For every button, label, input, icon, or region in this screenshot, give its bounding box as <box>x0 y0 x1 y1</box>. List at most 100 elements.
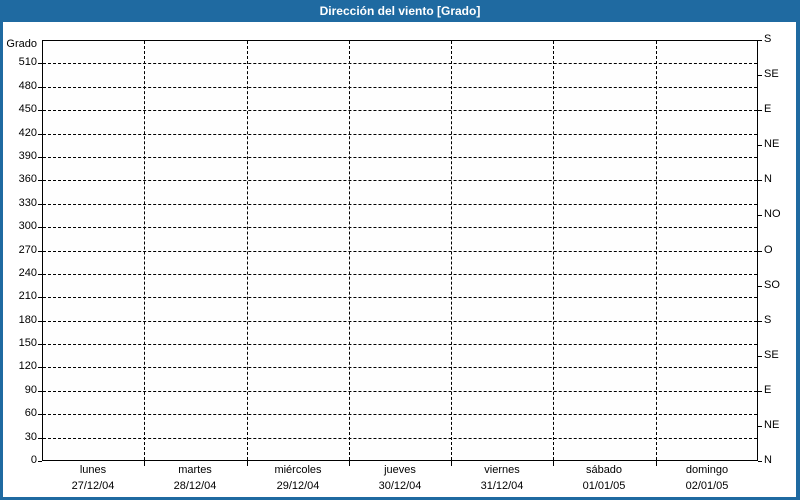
y-tick-label-right: E <box>764 384 772 396</box>
y-right-tick <box>758 40 762 41</box>
h-gridline <box>43 297 757 298</box>
y-left-tick <box>38 63 42 64</box>
x-date-label: 28/12/04 <box>173 480 217 492</box>
y-tick-label-left: 60 <box>24 407 37 419</box>
h-gridline <box>43 391 757 392</box>
y-tick-label-left: 270 <box>18 244 37 256</box>
h-gridline <box>43 367 757 368</box>
h-gridline <box>43 321 757 322</box>
h-gridline <box>43 134 757 135</box>
y-left-tick <box>38 414 42 415</box>
y-left-tick <box>38 110 42 111</box>
h-gridline <box>43 157 757 158</box>
y-tick-label-left: 30 <box>24 431 37 443</box>
h-gridline <box>43 180 757 181</box>
y-right-tick <box>758 110 762 111</box>
y-tick-label-right: SE <box>764 68 779 80</box>
y-tick-label-left: 300 <box>18 220 37 232</box>
y-left-tick <box>38 134 42 135</box>
y-left-tick <box>38 438 42 439</box>
x-day-label: domingo <box>685 464 729 476</box>
y-tick-label-right: N <box>764 454 772 466</box>
y-right-tick <box>758 391 762 392</box>
y-right-tick <box>758 426 762 427</box>
h-gridline <box>43 274 757 275</box>
v-gridline <box>656 41 657 460</box>
y-left-tick <box>38 391 42 392</box>
y-axis-title: Grado <box>6 38 37 50</box>
y-left-tick <box>38 321 42 322</box>
chart-canvas: 0 30 60 90 120 150 180 210 240 270 300 330 360 390 420… <box>0 0 800 500</box>
v-gridline <box>349 41 350 460</box>
y-left-tick <box>38 367 42 368</box>
x-date-label: 30/12/04 <box>378 480 422 492</box>
x-day-label: lunes <box>79 464 107 476</box>
x-date-label: 01/01/05 <box>582 480 626 492</box>
y-left-tick <box>38 180 42 181</box>
x-date-label: 29/12/04 <box>276 480 320 492</box>
h-gridline <box>43 204 757 205</box>
y-tick-label-left: 330 <box>18 197 37 209</box>
y-tick-label-left: 420 <box>18 127 37 139</box>
y-tick-label-left: 90 <box>24 384 37 396</box>
y-tick-label-right: E <box>764 103 772 115</box>
v-gridline <box>144 41 145 460</box>
y-tick-label-left: 510 <box>18 56 37 68</box>
y-tick-label-right: NO <box>764 208 781 220</box>
y-tick-label-right: S <box>764 33 772 45</box>
y-tick-label-right: N <box>764 173 772 185</box>
y-right-tick <box>758 356 762 357</box>
y-left-tick <box>38 87 42 88</box>
y-tick-label-right: SO <box>764 279 780 291</box>
y-tick-label-left: 240 <box>18 267 37 279</box>
x-date-label: 31/12/04 <box>480 480 524 492</box>
y-left-tick <box>38 344 42 345</box>
y-left-tick <box>38 251 42 252</box>
y-left-tick <box>38 157 42 158</box>
x-day-label: viernes <box>484 464 520 476</box>
x-date-label: 27/12/04 <box>71 480 115 492</box>
y-tick-label-left: 210 <box>18 290 37 302</box>
y-right-tick <box>758 286 762 287</box>
y-right-tick <box>758 251 762 252</box>
y-left-tick <box>38 274 42 275</box>
y-tick-label-left: 180 <box>18 314 37 326</box>
y-right-tick <box>758 215 762 216</box>
y-left-tick <box>38 461 42 462</box>
x-day-label: martes <box>178 464 212 476</box>
y-tick-label-right: NE <box>764 138 780 150</box>
x-date-label: 02/01/05 <box>685 480 729 492</box>
y-right-tick <box>758 180 762 181</box>
y-tick-label-left: 450 <box>18 103 37 115</box>
h-gridline <box>43 227 757 228</box>
h-gridline <box>43 110 757 111</box>
y-tick-label-right: NE <box>764 419 780 431</box>
y-left-tick <box>38 204 42 205</box>
y-tick-label-right: S <box>764 314 772 326</box>
y-tick-label-right: O <box>764 244 773 256</box>
h-gridline <box>43 87 757 88</box>
v-gridline <box>451 41 452 460</box>
y-tick-label-right: SE <box>764 349 779 361</box>
y-left-tick <box>38 297 42 298</box>
y-tick-label-left: 480 <box>18 80 37 92</box>
y-right-tick <box>758 75 762 76</box>
x-day-label: jueves <box>384 464 416 476</box>
chart-window: Dirección del viento [Grado] 0 30 60 90 120 1… <box>0 0 800 500</box>
y-tick-label-left: 360 <box>18 173 37 185</box>
y-right-tick <box>758 145 762 146</box>
x-day-label: miércoles <box>274 464 322 476</box>
x-day-label: sábado <box>585 464 623 476</box>
y-tick-label-left: 0 <box>30 454 37 466</box>
h-gridline <box>43 251 757 252</box>
y-tick-label-left: 120 <box>18 360 37 372</box>
y-left-tick <box>38 227 42 228</box>
v-gridline <box>247 41 248 460</box>
y-right-tick <box>758 321 762 322</box>
y-right-tick <box>758 461 762 462</box>
h-gridline <box>43 63 757 64</box>
y-tick-label-left: 390 <box>18 150 37 162</box>
v-gridline <box>553 41 554 460</box>
h-gridline <box>43 344 757 345</box>
y-tick-label-left: 150 <box>18 337 37 349</box>
